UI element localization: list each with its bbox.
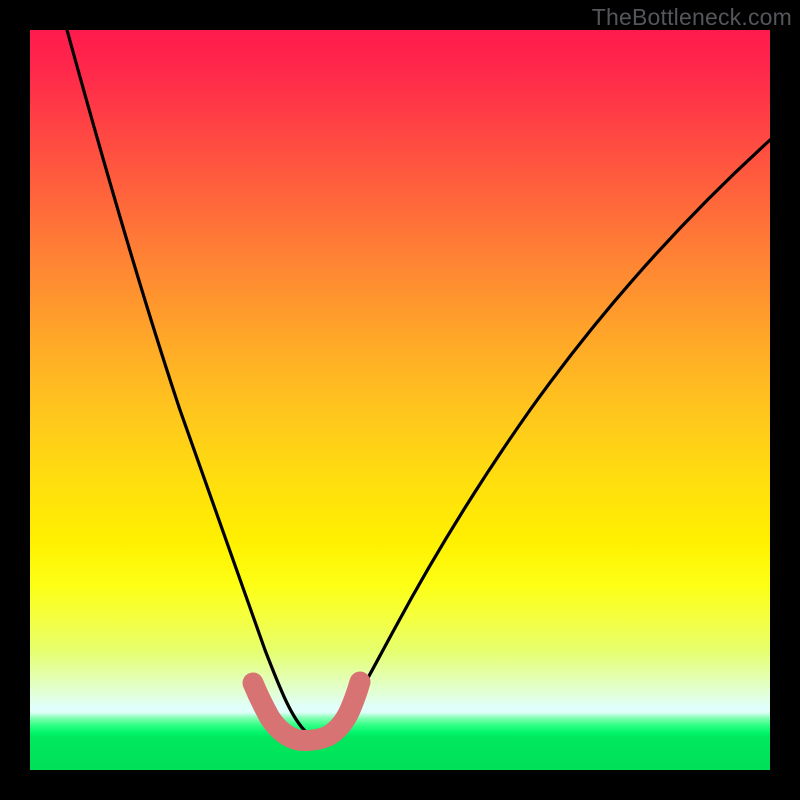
optimal-marker bbox=[253, 682, 360, 741]
bottleneck-curve bbox=[67, 30, 770, 738]
watermark: TheBottleneck.com bbox=[592, 4, 792, 31]
plot-area bbox=[30, 30, 770, 770]
chart-svg bbox=[30, 30, 770, 770]
chart-frame: TheBottleneck.com bbox=[0, 0, 800, 800]
